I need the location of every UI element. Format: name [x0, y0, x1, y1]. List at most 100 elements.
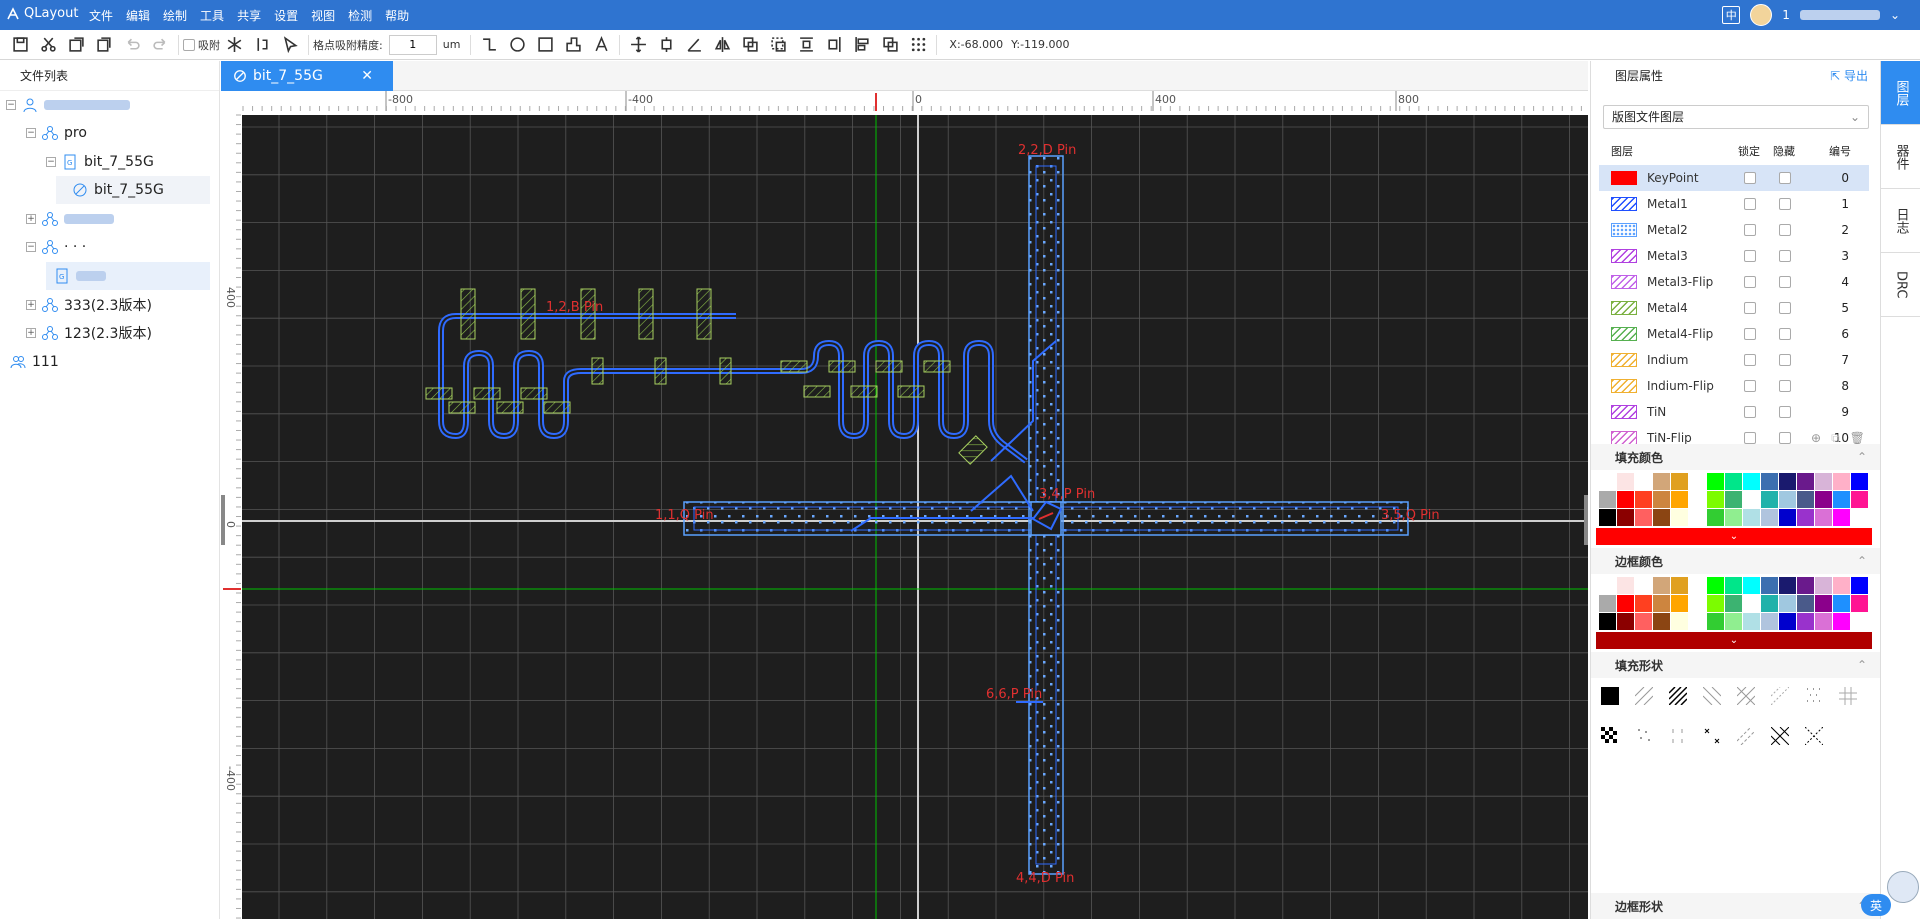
fill-color-section[interactable]: 填充颜色 ⌃ [1591, 444, 1880, 470]
color-swatch[interactable] [1815, 613, 1832, 630]
color-swatch[interactable] [1833, 577, 1850, 594]
left-splitter-handle[interactable] [221, 495, 225, 545]
fill-shape-grid[interactable] [1601, 687, 1871, 745]
color-swatch[interactable] [1761, 577, 1778, 594]
fill-pattern-wave[interactable] [1737, 727, 1755, 745]
pointer-icon[interactable] [276, 33, 304, 57]
hide-checkbox[interactable] [1779, 302, 1791, 314]
color-swatch[interactable] [1833, 491, 1850, 508]
lock-checkbox[interactable] [1744, 172, 1756, 184]
color-swatch[interactable] [1599, 491, 1616, 508]
color-swatch[interactable] [1797, 577, 1814, 594]
color-swatch[interactable] [1689, 473, 1706, 490]
color-swatch[interactable] [1635, 473, 1652, 490]
ime-badge[interactable]: 英 [1861, 894, 1891, 916]
fill-pattern-x-dots[interactable] [1805, 727, 1823, 745]
color-swatch[interactable] [1743, 595, 1760, 612]
color-swatch[interactable] [1707, 491, 1724, 508]
grid-icon[interactable] [904, 33, 932, 57]
color-swatch[interactable] [1653, 595, 1670, 612]
lock-checkbox[interactable] [1744, 302, 1756, 314]
distribute-icon[interactable] [792, 33, 820, 57]
fill-pattern-grid[interactable] [1839, 687, 1857, 705]
layer-row[interactable]: Metal1 1 [1599, 191, 1869, 217]
color-swatch[interactable] [1689, 613, 1706, 630]
tree-node-pro[interactable]: − pro [26, 119, 87, 147]
color-swatch[interactable] [1617, 613, 1634, 630]
menu-file[interactable]: 文件 [89, 7, 113, 24]
layout-canvas-area[interactable]: -800 -400 0 400 800 400 0 -400 2,2,D Pin… [221, 91, 1588, 919]
tree-node-333[interactable]: + 333(2.3版本) [26, 291, 152, 319]
expand-icon[interactable]: + [26, 214, 36, 224]
lock-checkbox[interactable] [1744, 354, 1756, 366]
color-swatch[interactable] [1743, 491, 1760, 508]
color-swatch[interactable] [1617, 473, 1634, 490]
hide-checkbox[interactable] [1779, 354, 1791, 366]
polyline-icon[interactable] [475, 33, 503, 57]
layer-row[interactable]: TiN 9 [1599, 399, 1869, 425]
color-swatch[interactable] [1707, 595, 1724, 612]
color-swatch[interactable] [1797, 613, 1814, 630]
color-swatch[interactable] [1689, 577, 1706, 594]
color-swatch[interactable] [1635, 491, 1652, 508]
color-swatch[interactable] [1851, 613, 1868, 630]
rotate-icon[interactable] [680, 33, 708, 57]
move-icon[interactable] [624, 33, 652, 57]
layout-canvas[interactable]: -800 -400 0 400 8004000-400 2,2,D Pin 1,… [221, 91, 1588, 919]
color-swatch[interactable] [1743, 509, 1760, 526]
layer-row[interactable]: Indium-Flip 8 [1599, 373, 1869, 399]
color-swatch[interactable] [1689, 491, 1706, 508]
fill-pattern-x[interactable] [1703, 727, 1721, 745]
fill-pattern-diag-dense[interactable] [1669, 687, 1687, 705]
layer-row[interactable]: Metal3-Flip 4 [1599, 269, 1869, 295]
fill-color-palette[interactable] [1599, 473, 1868, 526]
fill-pattern-diag-2[interactable] [1771, 687, 1789, 705]
precision-input[interactable] [388, 34, 437, 55]
hide-checkbox[interactable] [1779, 380, 1791, 392]
color-swatch[interactable] [1815, 577, 1832, 594]
border-shape-section[interactable]: 边框形状⌃ [1591, 893, 1880, 919]
color-swatch[interactable] [1761, 491, 1778, 508]
color-swatch[interactable] [1761, 473, 1778, 490]
color-swatch[interactable] [1761, 595, 1778, 612]
color-swatch[interactable] [1725, 577, 1742, 594]
lock-checkbox[interactable] [1744, 224, 1756, 236]
menu-help[interactable]: 帮助 [385, 7, 409, 24]
border-color-section[interactable]: 边框颜色 ⌃ [1591, 548, 1880, 574]
hide-checkbox[interactable] [1779, 224, 1791, 236]
lock-checkbox[interactable] [1744, 406, 1756, 418]
menu-edit[interactable]: 编辑 [126, 7, 150, 24]
fill-pattern-diag[interactable] [1635, 687, 1653, 705]
color-swatch[interactable] [1653, 509, 1670, 526]
color-swatch[interactable] [1635, 509, 1652, 526]
color-swatch[interactable] [1725, 473, 1742, 490]
layer-row[interactable]: Metal3 3 [1599, 243, 1869, 269]
color-swatch[interactable] [1779, 595, 1796, 612]
snowflake-icon[interactable] [220, 33, 248, 57]
color-swatch[interactable] [1779, 577, 1796, 594]
color-swatch[interactable] [1653, 491, 1670, 508]
color-swatch[interactable] [1653, 577, 1670, 594]
fill-pattern-ticks[interactable] [1669, 727, 1687, 745]
tree-node-123[interactable]: + 123(2.3版本) [26, 319, 152, 347]
layer-row[interactable]: Indium 7 [1599, 347, 1869, 373]
color-swatch[interactable] [1779, 491, 1796, 508]
lock-checkbox[interactable] [1744, 380, 1756, 392]
menu-share[interactable]: 共享 [237, 7, 261, 24]
color-swatch[interactable] [1851, 491, 1868, 508]
tree-node-cell[interactable]: bit_7_55G [56, 176, 210, 204]
color-swatch[interactable] [1635, 595, 1652, 612]
merge-icon[interactable] [876, 33, 904, 57]
tree-node-project-3[interactable]: − · · · [26, 233, 86, 261]
tab-layers[interactable]: 图层 [1881, 61, 1920, 125]
color-swatch[interactable] [1851, 509, 1868, 526]
color-swatch[interactable] [1797, 491, 1814, 508]
mirror-icon[interactable] [708, 33, 736, 57]
color-swatch[interactable] [1635, 577, 1652, 594]
rectangle-icon[interactable] [531, 33, 559, 57]
align-snap-icon[interactable] [248, 33, 276, 57]
boolean-icon[interactable] [736, 33, 764, 57]
fill-pattern-x-dense[interactable] [1771, 727, 1789, 745]
color-swatch[interactable] [1707, 509, 1724, 526]
color-swatch[interactable] [1707, 577, 1724, 594]
